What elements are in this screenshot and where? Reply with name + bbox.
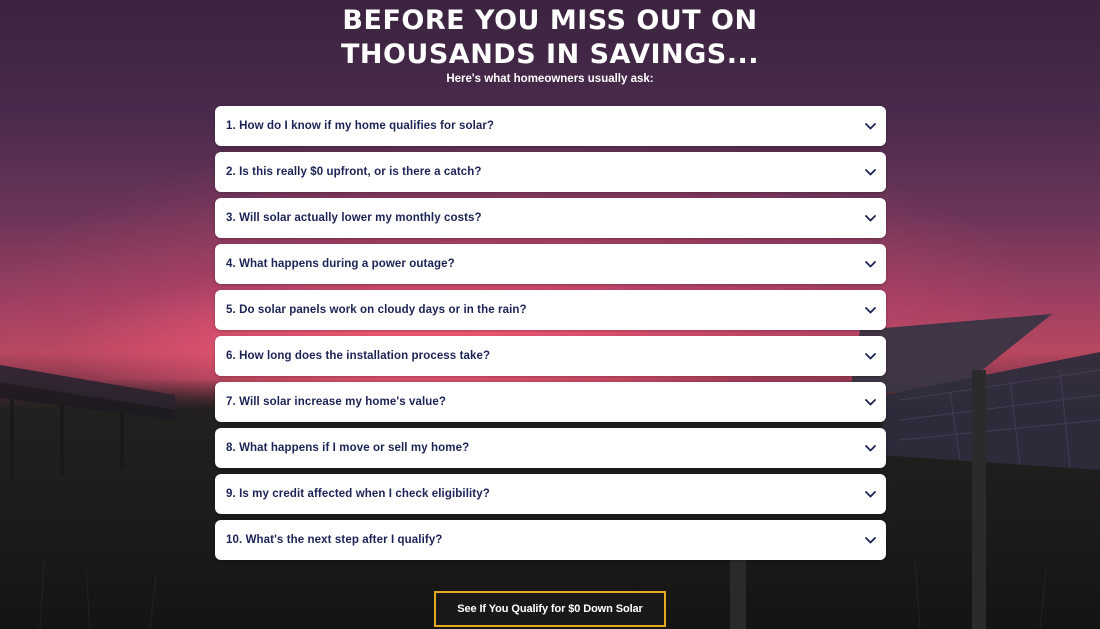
faq-question: 1. How do I know if my home qualifies fo… xyxy=(226,120,495,132)
chevron-down-icon[interactable] xyxy=(864,350,876,362)
faq-item-2[interactable]: 2. Is this really $0 upfront, or is ther… xyxy=(215,152,886,192)
faq-question: 2. Is this really $0 upfront, or is ther… xyxy=(226,166,482,178)
chevron-down-icon[interactable] xyxy=(864,258,876,270)
chevron-down-icon[interactable] xyxy=(864,442,876,454)
faq-question: 6. How long does the installation proces… xyxy=(226,350,491,362)
faq-question: 4. What happens during a power outage? xyxy=(226,258,455,270)
faq-question: 10. What's the next step after I qualify… xyxy=(226,534,443,546)
faq-item-1[interactable]: 1. How do I know if my home qualifies fo… xyxy=(215,106,886,146)
faq-question: 8. What happens if I move or sell my hom… xyxy=(226,442,470,454)
faq-question: 7. Will solar increase my home's value? xyxy=(226,396,447,408)
title-line-2: THOUSANDS IN SAVINGS... xyxy=(340,39,760,70)
page-title: BEFORE YOU MISS OUT ON THOUSANDS IN SAVI… xyxy=(0,4,1100,72)
faq-question: 5. Do solar panels work on cloudy days o… xyxy=(226,304,527,316)
chevron-down-icon[interactable] xyxy=(864,534,876,546)
faq-question: 3. Will solar actually lower my monthly … xyxy=(226,212,482,224)
title-line-1: BEFORE YOU MISS OUT ON xyxy=(342,5,758,36)
chevron-down-icon[interactable] xyxy=(864,212,876,224)
chevron-down-icon[interactable] xyxy=(864,488,876,500)
faq-accordion: 1. How do I know if my home qualifies fo… xyxy=(215,106,886,566)
faq-question: 9. Is my credit affected when I check el… xyxy=(226,488,490,500)
page: BEFORE YOU MISS OUT ON THOUSANDS IN SAVI… xyxy=(0,0,1100,629)
chevron-down-icon[interactable] xyxy=(864,120,876,132)
page-subtitle: Here's what homeowners usually ask: xyxy=(446,73,654,85)
faq-item-4[interactable]: 4. What happens during a power outage? xyxy=(215,244,886,284)
chevron-down-icon[interactable] xyxy=(864,166,876,178)
faq-item-8[interactable]: 8. What happens if I move or sell my hom… xyxy=(215,428,886,468)
chevron-down-icon[interactable] xyxy=(864,396,876,408)
faq-item-5[interactable]: 5. Do solar panels work on cloudy days o… xyxy=(215,290,886,330)
chevron-down-icon[interactable] xyxy=(864,304,876,316)
faq-item-7[interactable]: 7. Will solar increase my home's value? xyxy=(215,382,886,422)
faq-item-10[interactable]: 10. What's the next step after I qualify… xyxy=(215,520,886,560)
faq-item-9[interactable]: 9. Is my credit affected when I check el… xyxy=(215,474,886,514)
faq-item-3[interactable]: 3. Will solar actually lower my monthly … xyxy=(215,198,886,238)
faq-item-6[interactable]: 6. How long does the installation proces… xyxy=(215,336,886,376)
qualify-cta-button[interactable]: See If You Qualify for $0 Down Solar xyxy=(434,591,666,627)
